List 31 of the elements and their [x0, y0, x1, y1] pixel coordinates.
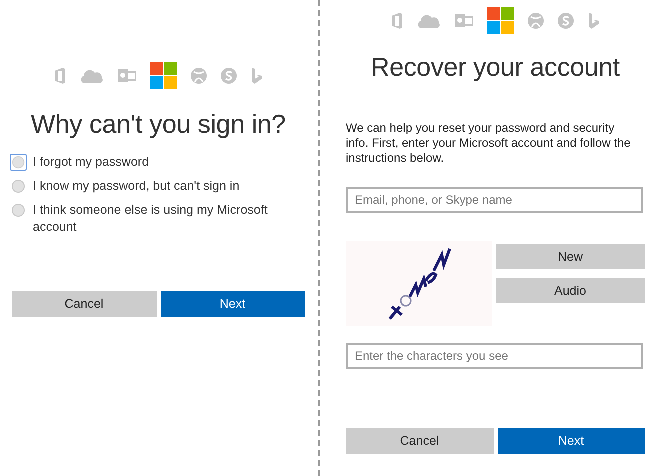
cancel-button[interactable]: Cancel [12, 291, 156, 317]
document-icon [54, 68, 66, 84]
skype-icon [558, 12, 574, 28]
xbox-icon [528, 12, 544, 28]
option-label[interactable]: I think someone else is using my Microsoft account [33, 202, 303, 236]
windows-logo-icon [150, 62, 177, 89]
mail-icon [455, 13, 473, 28]
next-button[interactable]: Next [160, 291, 305, 317]
next-button[interactable]: Next [498, 428, 645, 454]
document-icon [391, 12, 403, 28]
option-label[interactable]: I forgot my password [33, 154, 303, 171]
cancel-button[interactable]: Cancel [346, 428, 494, 454]
windows-logo-icon [487, 7, 514, 34]
audio-captcha-button[interactable]: Audio [496, 278, 645, 303]
cloud-icon [417, 14, 441, 28]
bing-icon [588, 12, 600, 28]
page-title: Recover your account [370, 52, 621, 83]
radio-button[interactable] [12, 204, 25, 217]
skype-icon [221, 68, 237, 84]
cloud-icon [80, 68, 104, 82]
account-field[interactable]: Email, phone, or Skype name [346, 187, 643, 213]
radio-button[interactable] [12, 180, 25, 193]
bing-icon [251, 68, 263, 84]
instructions-text: We can help you reset your password and security info. First, enter your Microsoft account and follow the instructions below. [346, 121, 632, 166]
option-label[interactable]: I know my password, but can't sign in [33, 178, 303, 195]
new-captcha-button[interactable]: New [496, 244, 645, 269]
captcha-field[interactable]: Enter the characters you see [346, 343, 643, 369]
xbox-icon [191, 68, 207, 84]
page-title: Why can't you sign in? [30, 109, 287, 140]
mail-icon [118, 68, 136, 83]
radio-button[interactable] [10, 154, 27, 171]
